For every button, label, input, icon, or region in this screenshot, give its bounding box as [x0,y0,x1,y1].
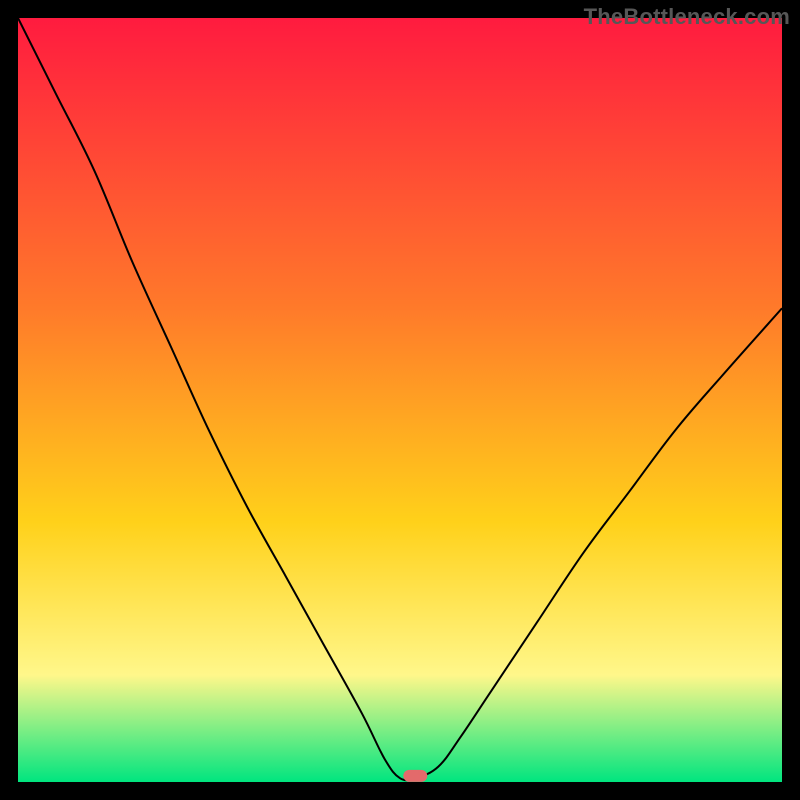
plot-area [18,18,782,782]
chart-frame: TheBottleneck.com [0,0,800,800]
chart-svg [18,18,782,782]
minimum-marker [403,770,427,782]
watermark-text: TheBottleneck.com [584,4,790,30]
heat-background [18,18,782,782]
